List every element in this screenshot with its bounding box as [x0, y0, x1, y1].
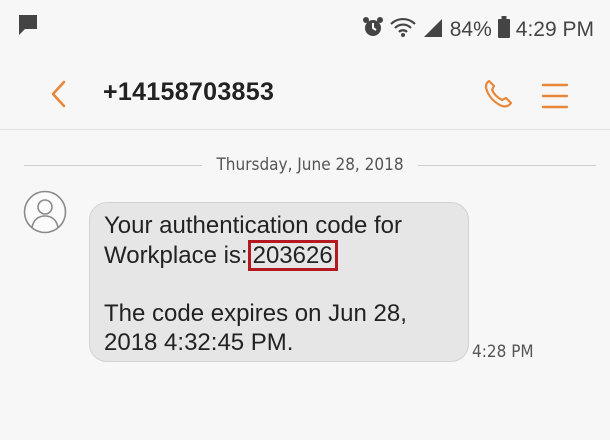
conversation-header: +14158703853: [0, 62, 610, 128]
message-line: Workplace is: 203626: [104, 240, 468, 271]
verification-code[interactable]: 203626: [247, 240, 338, 271]
message-paragraph-gap: [104, 271, 468, 299]
message-line: The code expires on Jun 28,: [104, 300, 407, 327]
message-bubble[interactable]: Your authentication code for Workplace i…: [89, 202, 469, 362]
call-button[interactable]: [478, 74, 518, 114]
message-line: Your authentication code for: [104, 212, 402, 239]
date-separator: Thursday, June 28, 2018: [24, 150, 597, 180]
alarm-icon: [362, 16, 384, 44]
message-notification-icon: [18, 14, 38, 41]
contact-avatar[interactable]: [23, 190, 67, 234]
back-button[interactable]: [40, 72, 80, 116]
message-text: Workplace is:: [104, 242, 248, 269]
battery-icon: [497, 16, 510, 44]
battery-percent: 84%: [449, 18, 492, 41]
date-separator-line-right: [417, 164, 597, 166]
status-bar: 84% 4:29 PM: [0, 0, 610, 60]
wifi-icon: [389, 16, 416, 44]
contact-title: +14158703853: [103, 78, 275, 106]
message-line: 2018 4:32:45 PM.: [104, 329, 294, 356]
header-divider: [0, 129, 610, 130]
menu-button[interactable]: [536, 76, 576, 116]
chevron-left-icon: [51, 80, 66, 108]
person-avatar-icon: [23, 190, 67, 234]
date-label: Thursday, June 28, 2018: [216, 155, 404, 175]
clock-time: 4:29 PM: [515, 18, 594, 41]
status-icons: 84% 4:29 PM: [362, 16, 594, 44]
hamburger-menu-icon: [541, 83, 569, 109]
cell-signal-icon: [422, 16, 444, 44]
date-separator-line-left: [24, 164, 203, 166]
message-timestamp: 4:28 PM: [472, 342, 534, 362]
phone-icon: [484, 79, 513, 108]
